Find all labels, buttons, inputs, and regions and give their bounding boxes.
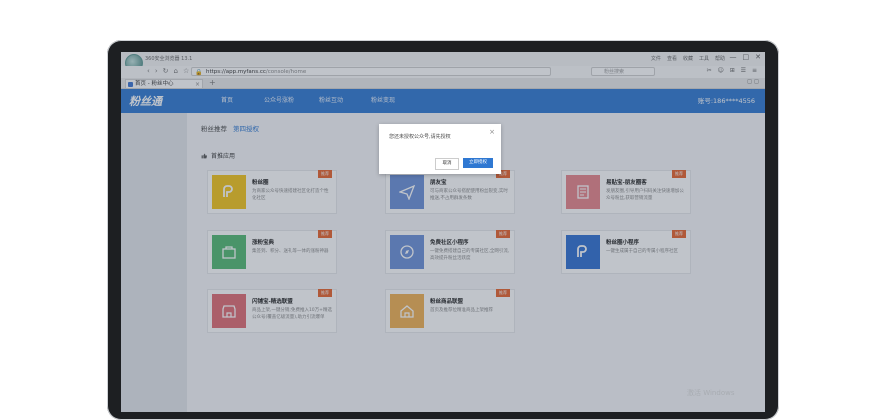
authorize-dialog: 您还未授权公众号,请先授权 × 取消 立即授权 bbox=[379, 124, 501, 174]
modal-overlay[interactable] bbox=[121, 52, 765, 412]
laptop-bezel: 360安全浏览器 13.1 文件 查看 收藏 工具 帮助 — □ ✕ ‹ › ↻… bbox=[107, 40, 779, 420]
dialog-message: 您还未授权公众号,请先授权 bbox=[389, 134, 451, 140]
screen: 360安全浏览器 13.1 文件 查看 收藏 工具 帮助 — □ ✕ ‹ › ↻… bbox=[121, 52, 765, 412]
activation-watermark: 激活 Windows bbox=[687, 389, 735, 397]
dialog-close-icon[interactable]: × bbox=[489, 128, 495, 136]
authorize-button[interactable]: 立即授权 bbox=[463, 158, 493, 168]
cancel-button[interactable]: 取消 bbox=[435, 158, 459, 170]
